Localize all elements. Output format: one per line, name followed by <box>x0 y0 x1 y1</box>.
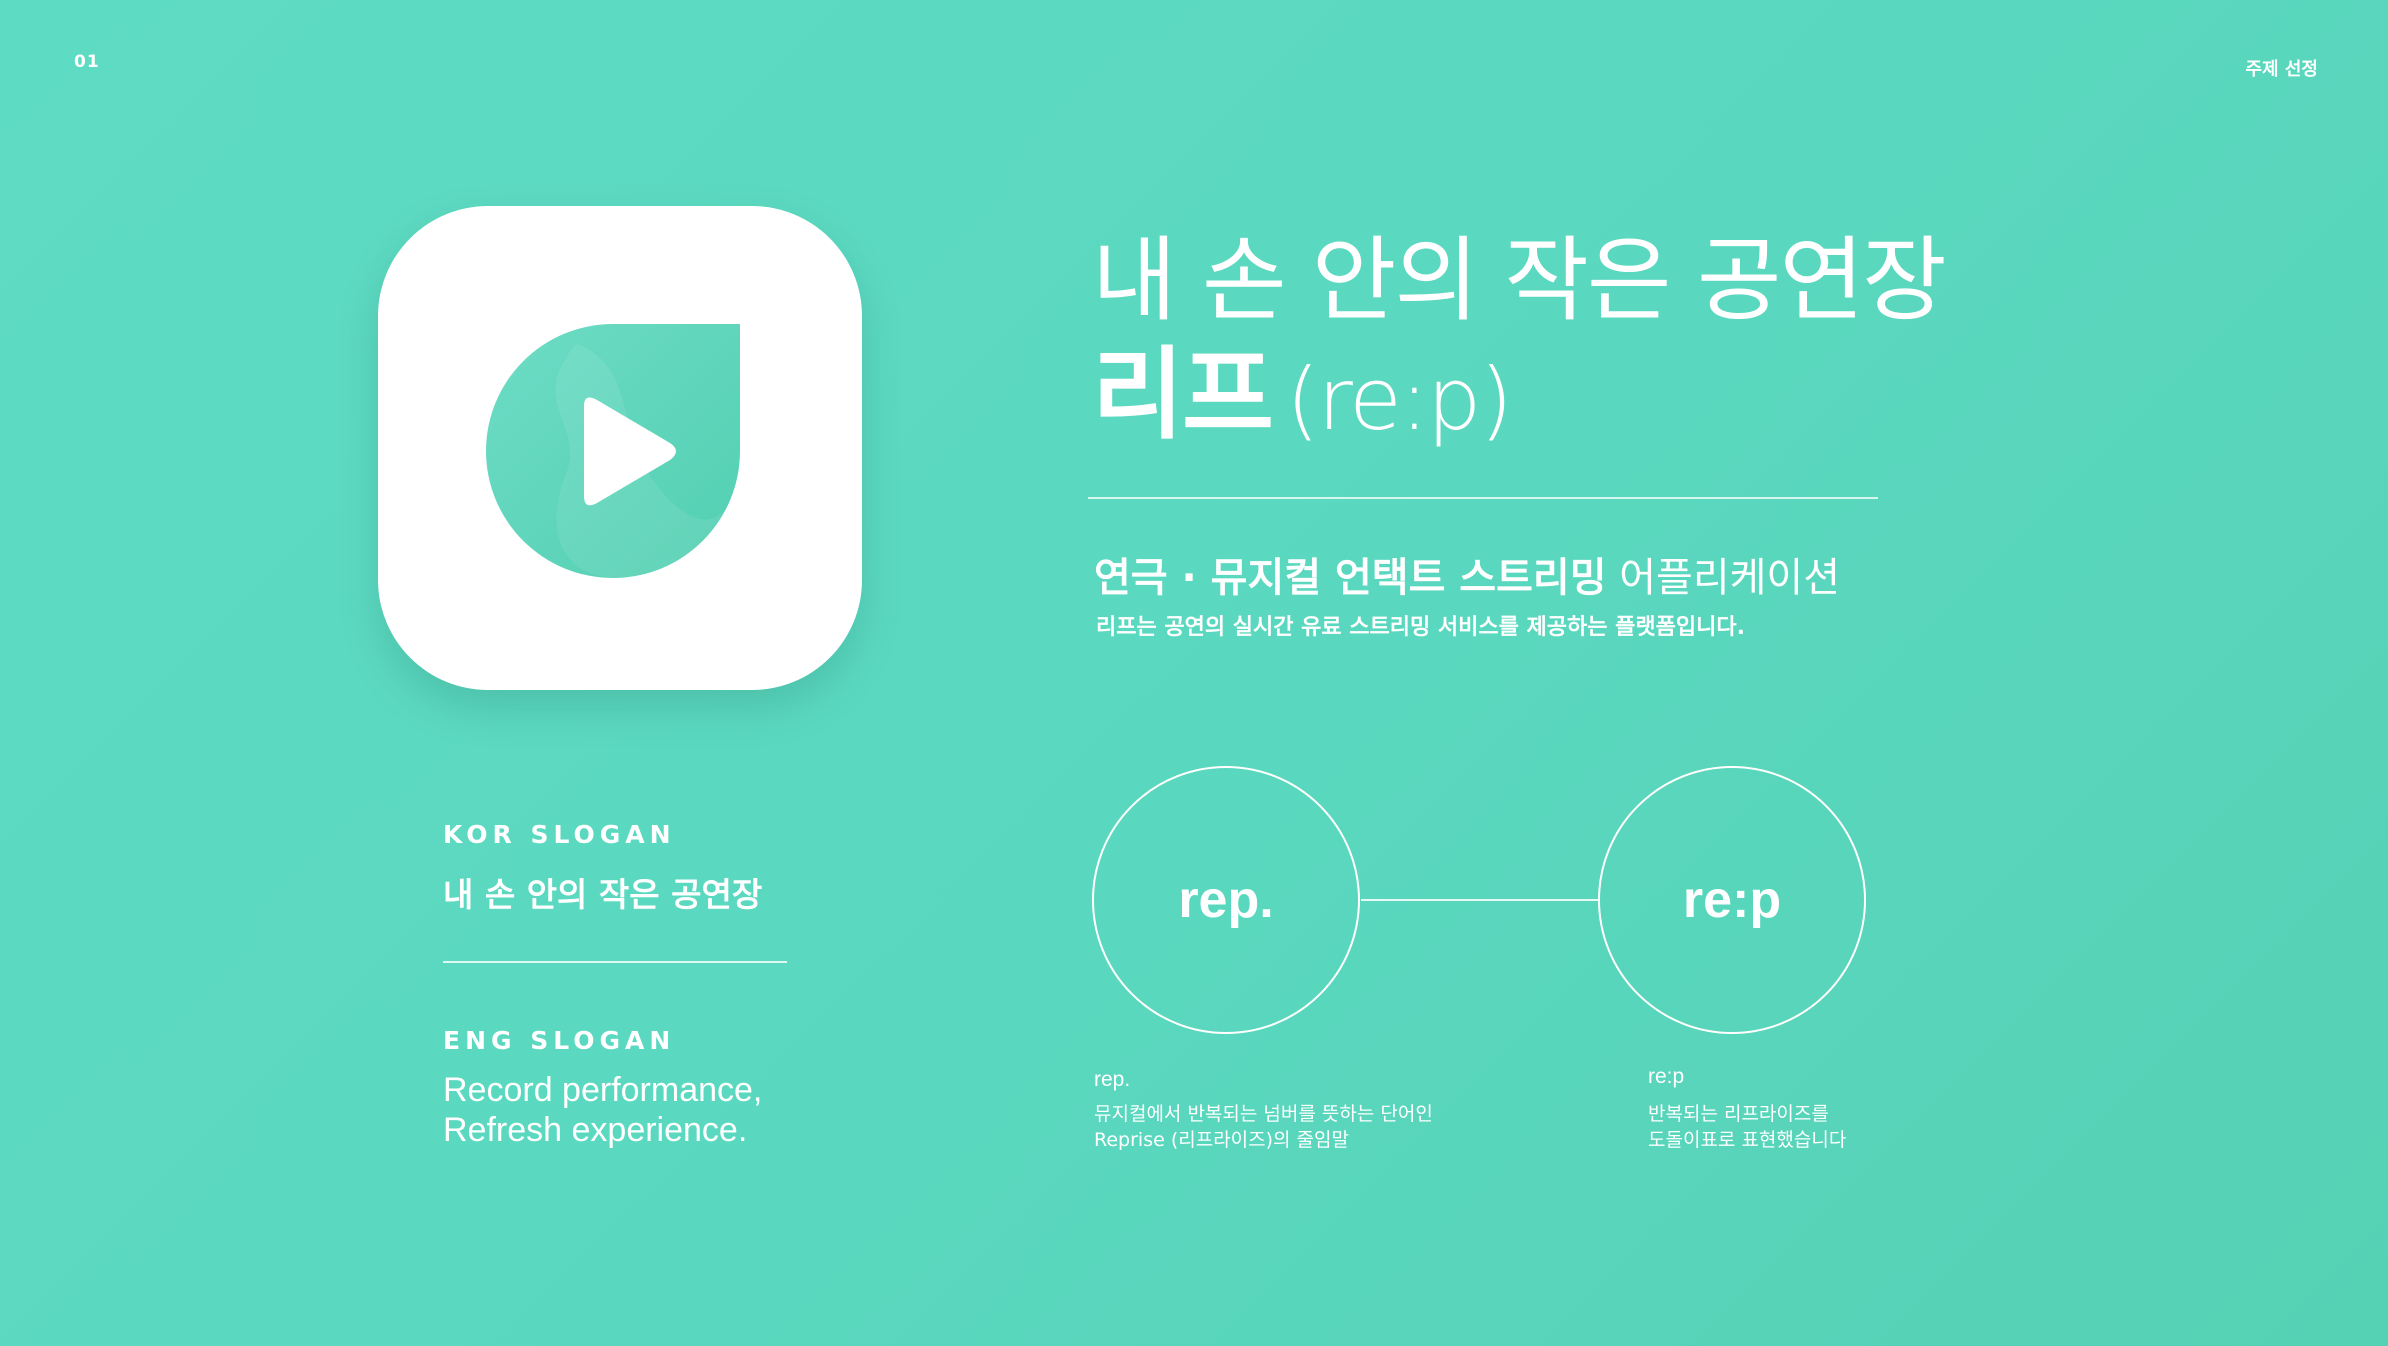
caption1-line1: 뮤지컬에서 반복되는 넘버를 뜻하는 단어인 <box>1094 1103 1433 1125</box>
eng-slogan-text: Record performance, Refresh experience. <box>443 1070 762 1150</box>
rep-circle: rep. <box>1092 766 1360 1034</box>
section-title: 주제 선정 <box>2245 59 2318 80</box>
kor-slogan-label: KOR SLOGAN <box>443 820 676 849</box>
tagline-light: 어플리케이션 <box>1606 555 1841 601</box>
play-leaf-icon <box>486 324 740 578</box>
caption2-line1: 반복되는 리프라이즈를 <box>1648 1103 1829 1125</box>
tagline-bold: 연극 · 뮤지컬 언택트 스트리밍 <box>1094 555 1607 601</box>
app-name-bold: 리프 <box>1092 336 1274 453</box>
description: 리프는 공연의 실시간 유료 스트리밍 서비스를 제공하는 플랫폼입니다. <box>1096 615 1745 640</box>
rep-circle-label: rep. <box>1178 871 1274 929</box>
caption1-line2: Reprise (리프라이즈)의 줄임말 <box>1094 1129 1350 1151</box>
headline-name: 리프 (re:p) <box>1092 345 1513 445</box>
divider <box>1088 497 1878 499</box>
rep-colon-circle: re:p <box>1598 766 1866 1034</box>
eng-slogan-label: ENG SLOGAN <box>443 1026 676 1055</box>
caption2-title: re:p <box>1648 1065 1685 1088</box>
headline-line1: 내 손 안의 작은 공연장 <box>1092 227 1947 334</box>
caption1-body: 뮤지컬에서 반복되는 넘버를 뜻하는 단어인 Reprise (리프라이즈)의 … <box>1094 1101 1433 1153</box>
slogan-divider <box>443 961 787 963</box>
caption2-body: 반복되는 리프라이즈를 도돌이표로 표현했습니다 <box>1648 1101 1846 1153</box>
rep-colon-circle-label: re:p <box>1682 871 1782 929</box>
eng-slogan-line1: Record performance, <box>443 1071 763 1109</box>
page-number: 01 <box>74 52 100 72</box>
kor-slogan-text: 내 손 안의 작은 공연장 <box>443 875 763 914</box>
tagline: 연극 · 뮤지컬 언택트 스트리밍 어플리케이션 <box>1094 545 1840 603</box>
eng-slogan-line2: Refresh experience. <box>443 1111 748 1149</box>
caption1-title: rep. <box>1094 1068 1131 1091</box>
circle-connector <box>1361 899 1598 901</box>
app-icon <box>378 206 862 690</box>
caption2-line2: 도돌이표로 표현했습니다 <box>1648 1129 1847 1151</box>
app-name-sub: (re:p) <box>1286 350 1513 450</box>
